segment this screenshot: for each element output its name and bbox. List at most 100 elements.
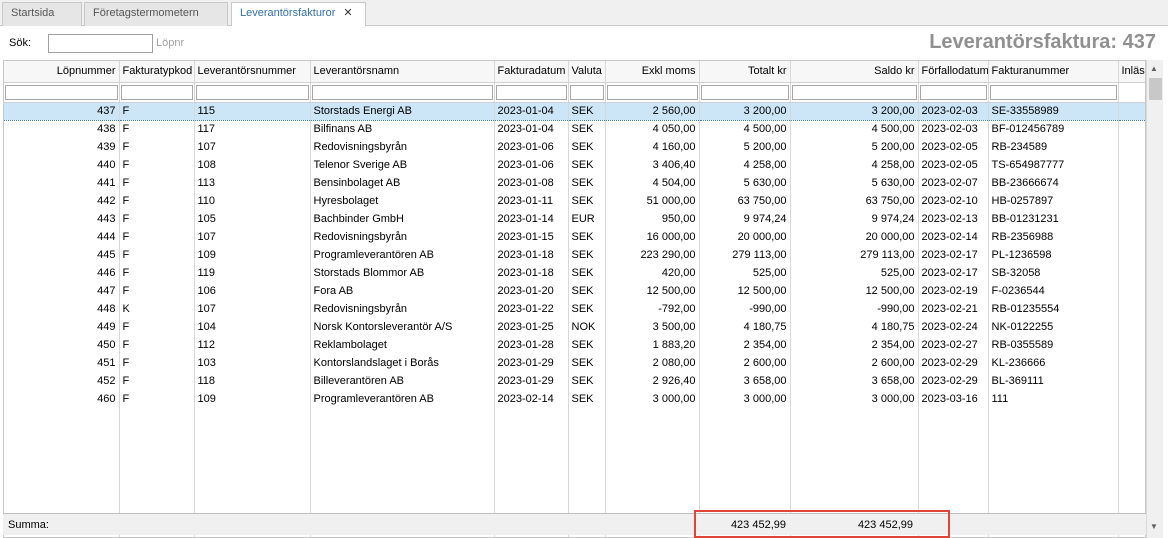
tab-bar: Startsida Företagstermometern Leverantör…: [0, 0, 1168, 27]
table-cell: 443: [4, 210, 120, 228]
table-row[interactable]: 448 K 107 Redovisningsbyrån 2023-01-22 SEK -79…: [4, 300, 1145, 318]
table-cell: 4 160,00: [605, 138, 700, 156]
table-cell: 2 080,00: [605, 354, 700, 372]
table-cell: F: [119, 174, 195, 192]
table-cell: 2 354,00: [790, 336, 919, 354]
filter-input[interactable]: [919, 84, 987, 100]
table-cell: 446: [4, 264, 120, 282]
filter-input[interactable]: [195, 84, 309, 100]
filter-input[interactable]: [569, 84, 604, 100]
table-row[interactable]: 460 F 109 Programleverantören AB 2023-02-14 S…: [4, 390, 1145, 408]
table-cell: 119: [194, 264, 311, 282]
column-header[interactable]: Fakturadatum: [494, 61, 569, 83]
table-cell: 2023-02-14: [918, 228, 989, 246]
table-row[interactable]: 441 F 113 Bensinbolaget AB 2023-01-08 SEK 4 50…: [4, 174, 1145, 192]
filter-input[interactable]: [120, 84, 193, 100]
column-header[interactable]: Valuta: [568, 61, 606, 83]
column-header[interactable]: Inläs: [1118, 61, 1145, 83]
table-cell: 2023-01-15: [494, 228, 569, 246]
column-header[interactable]: Löpnummer: [4, 61, 120, 83]
filter-input[interactable]: [495, 84, 567, 100]
filter-input[interactable]: [700, 84, 789, 100]
filter-input[interactable]: [606, 84, 698, 100]
table-cell: BL-369111: [988, 372, 1119, 390]
tab-foretagstermometern[interactable]: Företagstermometern: [84, 2, 228, 26]
table-row[interactable]: 446 F 119 Storstads Blommor AB 2023-01-18 SEK…: [4, 264, 1145, 282]
column-header[interactable]: Totalt kr: [699, 61, 791, 83]
vertical-scrollbar[interactable]: ▲ ▼: [1146, 60, 1163, 538]
table-cell: F: [119, 101, 195, 121]
column-header[interactable]: Leverantörsnamn: [310, 61, 495, 83]
table-cell: 2023-02-17: [918, 264, 989, 282]
table-cell: 4 500,00: [699, 120, 791, 138]
table-cell: F: [119, 156, 195, 174]
table-cell: SB-32058: [988, 264, 1119, 282]
table-cell: 3 000,00: [699, 390, 791, 408]
table-row[interactable]: 443 F 105 Bachbinder GmbH 2023-01-14 EUR 950,0…: [4, 210, 1145, 228]
table-cell: 3 658,00: [790, 372, 919, 390]
table-cell: Programleverantören AB: [310, 390, 495, 408]
column-header[interactable]: Fakturatypkod: [119, 61, 195, 83]
table-cell: 4 258,00: [699, 156, 791, 174]
table-row[interactable]: 450 F 112 Reklambolaget 2023-01-28 SEK 1 883,2…: [4, 336, 1145, 354]
scroll-up-icon[interactable]: ▲: [1150, 64, 1158, 73]
table-cell: [1118, 354, 1145, 372]
table-cell: [1118, 372, 1145, 390]
table-cell: BB-23666674: [988, 174, 1119, 192]
table-cell: KL-236666: [988, 354, 1119, 372]
table-row[interactable]: 440 F 108 Telenor Sverige AB 2023-01-06 SEK 3 …: [4, 156, 1145, 174]
scroll-down-icon[interactable]: ▼: [1150, 522, 1158, 531]
table-cell: 440: [4, 156, 120, 174]
table-cell: BB-01231231: [988, 210, 1119, 228]
table-cell: 2023-01-04: [494, 120, 569, 138]
table-cell: BF-012456789: [988, 120, 1119, 138]
table-cell: SEK: [568, 120, 606, 138]
table-cell: [1118, 300, 1145, 318]
table-row[interactable]: 438 F 117 Bilfinans AB 2023-01-04 SEK 4 050,00…: [4, 120, 1145, 138]
table-cell: Storstads Energi AB: [310, 101, 495, 121]
table-cell: 279 113,00: [790, 246, 919, 264]
close-tab-icon[interactable]: ✕: [343, 7, 352, 19]
search-row: Sök: Löpnr Leverantörsfaktura: 437: [0, 26, 1168, 60]
table-cell: 2023-02-29: [918, 354, 989, 372]
table-cell: 12 500,00: [790, 282, 919, 300]
column-header[interactable]: Exkl moms: [605, 61, 700, 83]
table-row[interactable]: 442 F 110 Hyresbolaget 2023-01-11 SEK 51 000,0…: [4, 192, 1145, 210]
filter-input[interactable]: [311, 84, 493, 100]
filter-input[interactable]: [989, 84, 1117, 100]
table-cell: 2023-01-11: [494, 192, 569, 210]
tab-leverantorsfakturor[interactable]: Leverantörsfakturor ✕: [231, 2, 366, 27]
table-cell: 2 354,00: [699, 336, 791, 354]
table-row[interactable]: 447 F 106 Fora AB 2023-01-20 SEK 12 500,00 12 5…: [4, 282, 1145, 300]
table-cell: 2023-03-16: [918, 390, 989, 408]
table-cell: [1118, 192, 1145, 210]
filter-input[interactable]: [5, 84, 118, 100]
table-row[interactable]: 449 F 104 Norsk Kontorsleverantör A/S 2023-0…: [4, 318, 1145, 336]
table-row[interactable]: 451 F 103 Kontorslandslaget i Borås 2023-01-…: [4, 354, 1145, 372]
table-row[interactable]: 444 F 107 Redovisningsbyrån 2023-01-15 SEK 16 …: [4, 228, 1145, 246]
table-row[interactable]: 439 F 107 Redovisningsbyrån 2023-01-06 SEK 4 1…: [4, 138, 1145, 156]
column-header[interactable]: Leverantörsnummer: [194, 61, 311, 83]
table-cell: 5 200,00: [790, 138, 919, 156]
table-row[interactable]: 452 F 118 Billeverantören AB 2023-01-29 SEK 2 …: [4, 372, 1145, 390]
tab-startsida[interactable]: Startsida: [2, 2, 82, 26]
table-row[interactable]: 445 F 109 Programleverantören AB 2023-01-18 S…: [4, 246, 1145, 264]
table-cell: [1118, 282, 1145, 300]
filter-input[interactable]: [791, 84, 917, 100]
table-row[interactable]: 437 F 115 Storstads Energi AB 2023-01-04 SEK 2…: [4, 101, 1145, 121]
table-cell: 2023-01-18: [494, 246, 569, 264]
column-header[interactable]: Saldo kr: [790, 61, 919, 83]
table-cell: 4 180,75: [790, 318, 919, 336]
table-cell: SEK: [568, 300, 606, 318]
table-cell: [1118, 210, 1145, 228]
table-cell: RB-0355589: [988, 336, 1119, 354]
scroll-thumb[interactable]: [1149, 78, 1162, 100]
table-cell: Telenor Sverige AB: [310, 156, 495, 174]
column-header[interactable]: Fakturanummer: [988, 61, 1119, 83]
table-cell: F: [119, 192, 195, 210]
search-input[interactable]: [48, 34, 153, 53]
table-cell: HB-0257897: [988, 192, 1119, 210]
column-header[interactable]: Förfallodatum: [918, 61, 989, 83]
page-title: Leverantörsfaktura: 437: [929, 31, 1156, 53]
table-cell: 444: [4, 228, 120, 246]
